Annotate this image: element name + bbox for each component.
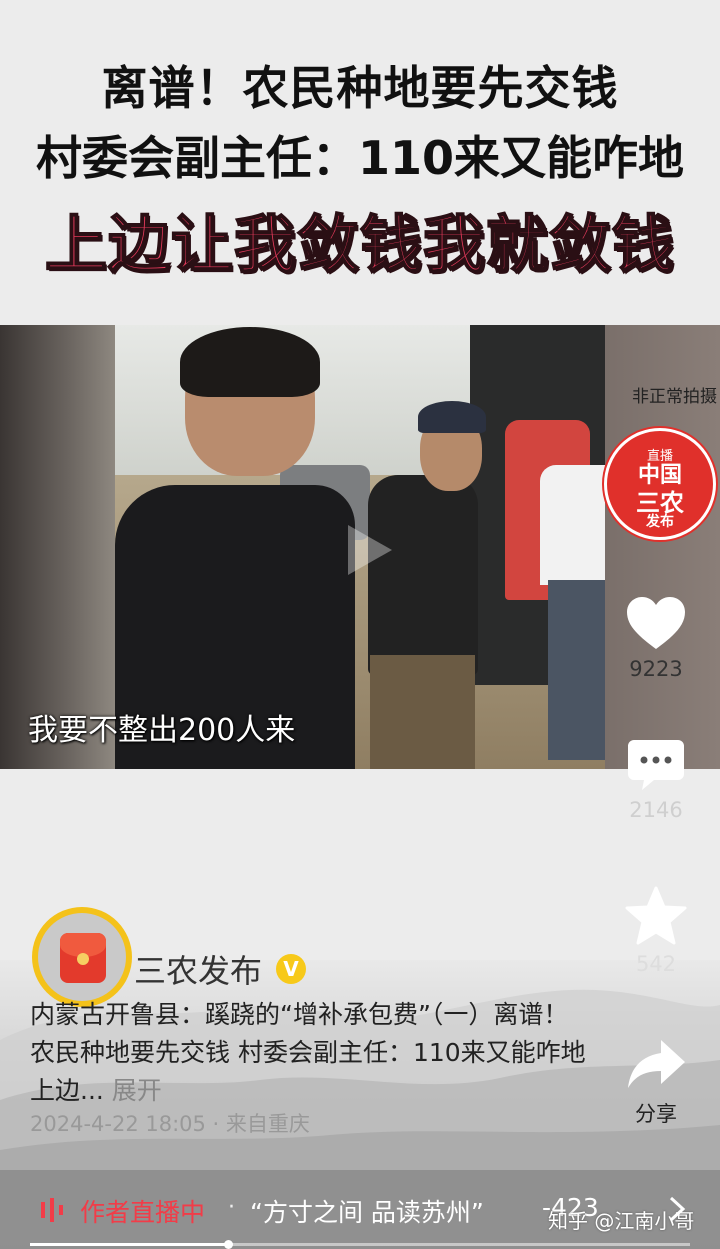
like-button[interactable]: 9223 bbox=[620, 595, 692, 681]
stamp-line-3: 发布 bbox=[646, 514, 674, 530]
video-person-right-legs bbox=[548, 580, 605, 760]
comment-icon bbox=[628, 740, 684, 790]
share-label: 分享 bbox=[635, 1102, 677, 1126]
headline-line-1: 离谱！农民种地要先交钱 bbox=[101, 61, 619, 115]
video-person-cap-legs bbox=[370, 655, 475, 769]
share-button[interactable]: 分享 bbox=[620, 1036, 692, 1128]
video-headline: 离谱！农民种地要先交钱 村委会副主任：110来又能咋地 上边让我敛钱我就敛钱 bbox=[0, 0, 720, 300]
video-left-blur bbox=[0, 325, 115, 769]
video-progress-bar[interactable] bbox=[30, 1240, 690, 1249]
red-packet-icon bbox=[60, 933, 106, 983]
video-subtitle: 我要不整出200人来 bbox=[28, 713, 296, 748]
video-player[interactable]: 我要不整出200人来 非正常拍摄 bbox=[0, 325, 720, 769]
expand-link[interactable]: 展开 bbox=[112, 1076, 162, 1105]
post-time-location: 2024-4-22 18:05 · 来自重庆 bbox=[30, 1112, 310, 1136]
post-description[interactable]: 内蒙古开鲁县：蹊跷的“增补承包费”（一）离谱！农民种地要先交钱 村委会副主任：1… bbox=[30, 996, 590, 1110]
share-arrow-icon bbox=[628, 1040, 685, 1088]
live-equalizer-icon bbox=[41, 1198, 63, 1222]
comment-count: 2146 bbox=[629, 798, 683, 822]
channel-stamp: 直播 中国 三农 发布 bbox=[604, 428, 716, 540]
video-person-cap-hat bbox=[418, 401, 486, 433]
verified-badge-icon: V bbox=[276, 954, 306, 984]
chevron-right-icon[interactable] bbox=[668, 1195, 686, 1223]
video-person-main-hair bbox=[180, 327, 320, 397]
play-icon[interactable] bbox=[330, 515, 400, 585]
favorite-count: 542 bbox=[635, 952, 677, 976]
progress-knob[interactable] bbox=[224, 1240, 233, 1249]
author-name[interactable]: 三农发布 bbox=[134, 946, 262, 992]
video-person-right bbox=[540, 465, 605, 585]
star-icon bbox=[625, 886, 687, 945]
progress-fill bbox=[30, 1243, 228, 1246]
headline-line-2: 村委会副主任：110来又能咋地 bbox=[35, 131, 685, 185]
red-packet-seal bbox=[77, 953, 89, 965]
live-status: 作者直播中 bbox=[80, 1198, 206, 1227]
author-avatar[interactable] bbox=[32, 907, 132, 1007]
live-separator: · bbox=[228, 1195, 235, 1220]
heart-icon bbox=[627, 597, 685, 649]
like-count: 9223 bbox=[629, 657, 683, 681]
favorite-button[interactable]: 542 bbox=[620, 886, 692, 976]
headline-line-3: 上边让我敛钱我就敛钱 bbox=[44, 207, 675, 282]
live-room-title: “方寸之间 品读苏州” bbox=[250, 1198, 484, 1227]
video-watermark: 非正常拍摄 bbox=[632, 387, 717, 407]
avatar-image bbox=[38, 913, 126, 1001]
comment-button[interactable]: 2146 bbox=[620, 738, 692, 822]
